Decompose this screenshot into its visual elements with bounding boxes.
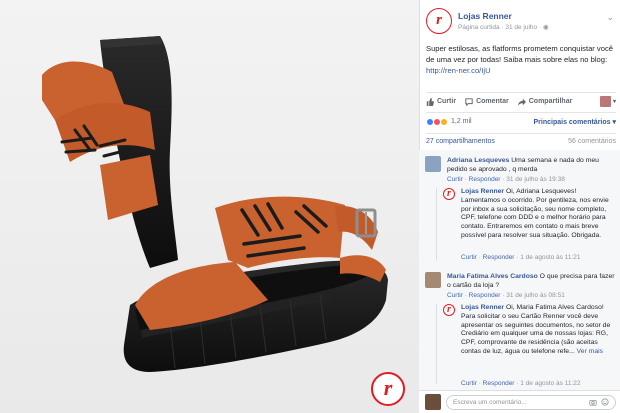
post-body: Super estilosas, as flatforms prometem c… [426,44,613,64]
reply-meta: Curtir · Responder · 1 de agosto às 11:2… [461,254,581,261]
page-avatar[interactable]: r [426,8,452,34]
shares-bar: 27 compartilhamentos 56 comentários [426,133,616,149]
reply-author-avatar[interactable]: r [443,188,455,200]
reply-text: Lojas Renner Oi, Maria Fatima Alves Card… [461,304,615,357]
comment-author[interactable]: Maria Fatima Alves Cardoso [447,273,538,280]
comment-author-avatar[interactable] [425,156,441,172]
reply-text: Lojas Renner Oi, Adriana Lesqueves! Lame… [461,188,615,241]
chevron-down-icon[interactable]: ⌄ [606,12,614,23]
reply-time[interactable]: 1 de agosto às 11:21 [520,254,580,261]
emoji-icon[interactable] [601,398,609,406]
comment-meta: Curtir · Responder · 31 de julho às 08:5… [447,292,565,299]
page-liked-label: Página curtida [458,24,500,31]
chevron-down-icon: ▾ [612,99,616,105]
post-date[interactable]: 31 de julho [505,24,537,31]
post-as-selector[interactable]: ▾ [599,96,616,107]
share-button[interactable]: Compartilhar [517,98,573,106]
comment-like-link[interactable]: Curtir [447,292,463,299]
renner-badge: r [371,372,405,406]
comment-text: Adriana Lesqueves Uma semana e nada do m… [447,156,615,175]
reaction-count[interactable]: 1,2 mil [451,118,472,125]
share-count-link[interactable]: 27 compartilhamentos [426,138,495,145]
comment-author-avatar[interactable] [425,272,441,288]
comment-time[interactable]: 31 de julho às 08:51 [506,292,565,299]
thumbs-up-icon [426,97,434,106]
like-label: Curtir [437,98,457,105]
comment-button[interactable]: Comentar [465,97,509,106]
comment-reply: r Lojas Renner Oi, Adriana Lesqueves! La… [443,188,615,264]
comment-icon [465,97,473,106]
share-icon [517,98,526,106]
reply-thread-line [436,188,437,260]
post-meta: Página curtida · 31 de julho · ◉ [458,24,549,31]
comment-sort-dropdown[interactable]: Principais comentários ▾ [534,118,617,126]
post-header: r Lojas Renner Página curtida · 31 de ju… [426,8,616,36]
see-more-link[interactable]: Ver mais [575,348,603,355]
comment-label: Comentar [476,98,509,105]
reactions-bar: 1,2 mil Principais comentários ▾ [426,112,616,130]
reply-author[interactable]: Lojas Renner [461,188,504,195]
reply-reply-link[interactable]: Responder [483,380,515,387]
comment-like-link[interactable]: Curtir [447,176,463,183]
sandal-illustration [0,0,419,413]
page-name-link[interactable]: Lojas Renner [458,11,512,21]
comment-reply: r Lojas Renner Oi, Maria Fatima Alves Ca… [443,304,615,390]
globe-icon: ◉ [542,24,549,31]
post-text: Super estilosas, as flatforms prometem c… [426,43,614,76]
camera-icon[interactable] [589,398,597,406]
comment-composer: Escreva um comentário... [419,390,620,413]
comment-count[interactable]: 56 comentários [568,138,616,145]
post-photo[interactable]: r [0,0,419,413]
wow-reaction-icon [440,117,448,126]
comment: Maria Fatima Alves Cardoso O que precisa… [425,272,615,308]
action-bar: Curtir Comentar Compartilhar ▾ [426,92,616,110]
comment-time[interactable]: 31 de julho às 19:38 [506,176,565,183]
reply-body: Oi, Adriana Lesqueves! Lamentamos o ocor… [461,188,609,239]
post-link[interactable]: http://ren-ner.co/IjU [426,66,491,75]
comment-author[interactable]: Adriana Lesqueves [447,157,509,164]
reply-like-link[interactable]: Curtir [461,254,477,261]
comment-text: Maria Fatima Alves Cardoso O que precisa… [447,272,615,291]
reply-like-link[interactable]: Curtir [461,380,477,387]
comment-meta: Curtir · Responder · 31 de julho às 19:3… [447,176,565,183]
current-user-avatar [599,96,611,107]
reply-reply-link[interactable]: Responder [483,254,515,261]
like-button[interactable]: Curtir [426,97,457,106]
share-label: Compartilhar [528,98,573,105]
comment-reply-link[interactable]: Responder [469,176,501,183]
reply-time[interactable]: 1 de agosto às 11:22 [520,380,580,387]
reply-author-avatar[interactable]: r [443,304,455,316]
comment-reply-link[interactable]: Responder [469,292,501,299]
reply-meta: Curtir · Responder · 1 de agosto às 11:2… [461,380,581,387]
reply-author[interactable]: Lojas Renner [461,304,504,311]
current-user-avatar [425,394,441,410]
reply-thread-line [436,304,437,384]
comments-list: Adriana Lesqueves Uma semana e nada do m… [419,150,620,390]
